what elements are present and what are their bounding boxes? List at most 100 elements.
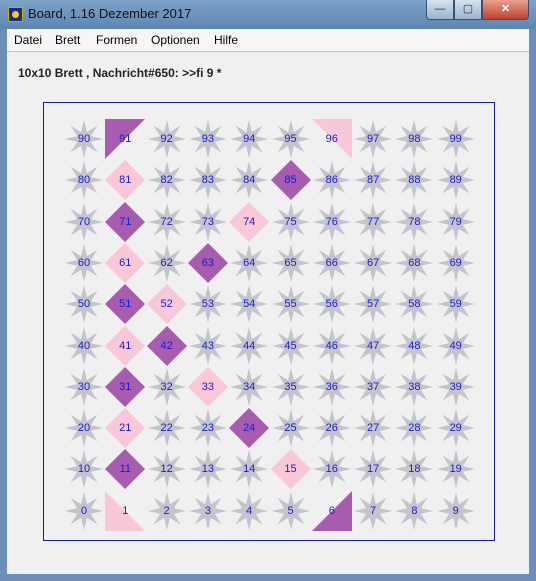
board-cell-39[interactable]: 39 — [436, 367, 476, 407]
board-cell-18[interactable]: 18 — [394, 449, 434, 489]
board-cell-32[interactable]: 32 — [147, 367, 187, 407]
board-cell-82[interactable]: 82 — [147, 160, 187, 200]
board-cell-51[interactable]: 51 — [105, 284, 146, 325]
board-cell-60[interactable]: 60 — [64, 243, 104, 283]
board-cell-14[interactable]: 14 — [229, 449, 269, 489]
board-cell-12[interactable]: 12 — [147, 449, 187, 489]
board-cell-76[interactable]: 76 — [312, 202, 352, 242]
board-cell-41[interactable]: 41 — [105, 325, 146, 366]
board-cell-44[interactable]: 44 — [229, 326, 269, 366]
board-cell-27[interactable]: 27 — [353, 408, 393, 448]
board-cell-31[interactable]: 31 — [105, 366, 146, 407]
board-cell-11[interactable]: 11 — [105, 449, 146, 490]
board-cell-43[interactable]: 43 — [188, 326, 228, 366]
board-cell-13[interactable]: 13 — [188, 449, 228, 489]
board-cell-75[interactable]: 75 — [271, 202, 311, 242]
board-cell-88[interactable]: 88 — [394, 160, 434, 200]
board-cell-37[interactable]: 37 — [353, 367, 393, 407]
board-cell-28[interactable]: 28 — [394, 408, 434, 448]
board-cell-54[interactable]: 54 — [229, 284, 269, 324]
board-cell-56[interactable]: 56 — [312, 284, 352, 324]
board-cell-55[interactable]: 55 — [271, 284, 311, 324]
board-cell-29[interactable]: 29 — [436, 408, 476, 448]
board-cell-36[interactable]: 36 — [312, 367, 352, 407]
board-app-icon[interactable] — [8, 7, 23, 22]
board-cell-20[interactable]: 20 — [64, 408, 104, 448]
board-cell-81[interactable]: 81 — [105, 160, 146, 201]
menu-optionen[interactable]: Optionen — [151, 33, 200, 47]
board-cell-40[interactable]: 40 — [64, 326, 104, 366]
board-cell-30[interactable]: 30 — [64, 367, 104, 407]
board-cell-23[interactable]: 23 — [188, 408, 228, 448]
board-cell-99[interactable]: 99 — [436, 119, 476, 159]
board-cell-70[interactable]: 70 — [64, 202, 104, 242]
board-cell-16[interactable]: 16 — [312, 449, 352, 489]
board-cell-94[interactable]: 94 — [229, 119, 269, 159]
board-cell-17[interactable]: 17 — [353, 449, 393, 489]
board-cell-47[interactable]: 47 — [353, 326, 393, 366]
board-cell-5[interactable]: 5 — [271, 491, 311, 531]
menu-formen[interactable]: Formen — [96, 33, 137, 47]
board-cell-48[interactable]: 48 — [394, 326, 434, 366]
board-cell-92[interactable]: 92 — [147, 119, 187, 159]
board-cell-87[interactable]: 87 — [353, 160, 393, 200]
board-cell-63[interactable]: 63 — [187, 242, 228, 283]
board-cell-80[interactable]: 80 — [64, 160, 104, 200]
board-cell-83[interactable]: 83 — [188, 160, 228, 200]
board-cell-0[interactable]: 0 — [64, 491, 104, 531]
game-board[interactable]: 0 1 2 3 4 5 6 7 8 9 10 11 12 13 14 15 16 17 18 19 20 21 22 23 24… — [43, 102, 495, 541]
board-cell-22[interactable]: 22 — [147, 408, 187, 448]
board-cell-78[interactable]: 78 — [394, 202, 434, 242]
board-cell-7[interactable]: 7 — [353, 491, 393, 531]
board-cell-84[interactable]: 84 — [229, 160, 269, 200]
board-cell-98[interactable]: 98 — [394, 119, 434, 159]
board-cell-77[interactable]: 77 — [353, 202, 393, 242]
board-cell-64[interactable]: 64 — [229, 243, 269, 283]
board-cell-21[interactable]: 21 — [105, 408, 146, 449]
board-cell-8[interactable]: 8 — [394, 491, 434, 531]
menu-datei[interactable]: Datei — [14, 33, 42, 47]
board-cell-35[interactable]: 35 — [271, 367, 311, 407]
board-cell-91[interactable]: 91 — [105, 119, 146, 159]
board-cell-85[interactable]: 85 — [270, 160, 311, 201]
board-cell-25[interactable]: 25 — [271, 408, 311, 448]
board-cell-97[interactable]: 97 — [353, 119, 393, 159]
board-cell-65[interactable]: 65 — [271, 243, 311, 283]
board-cell-89[interactable]: 89 — [436, 160, 476, 200]
board-cell-6[interactable]: 6 — [311, 490, 352, 531]
board-cell-4[interactable]: 4 — [229, 491, 269, 531]
board-cell-1[interactable]: 1 — [105, 490, 146, 531]
board-cell-90[interactable]: 90 — [64, 119, 104, 159]
board-cell-46[interactable]: 46 — [312, 326, 352, 366]
board-cell-42[interactable]: 42 — [146, 325, 187, 366]
board-cell-34[interactable]: 34 — [229, 367, 269, 407]
board-cell-15[interactable]: 15 — [270, 449, 311, 490]
board-cell-10[interactable]: 10 — [64, 449, 104, 489]
board-cell-57[interactable]: 57 — [353, 284, 393, 324]
board-cell-59[interactable]: 59 — [436, 284, 476, 324]
board-cell-95[interactable]: 95 — [271, 119, 311, 159]
board-cell-86[interactable]: 86 — [312, 160, 352, 200]
board-cell-67[interactable]: 67 — [353, 243, 393, 283]
board-cell-69[interactable]: 69 — [436, 243, 476, 283]
board-cell-49[interactable]: 49 — [436, 326, 476, 366]
board-cell-24[interactable]: 24 — [229, 408, 270, 449]
board-cell-26[interactable]: 26 — [312, 408, 352, 448]
minimize-button[interactable]: — — [426, 0, 454, 20]
board-cell-19[interactable]: 19 — [436, 449, 476, 489]
board-cell-96[interactable]: 96 — [311, 119, 352, 159]
board-cell-66[interactable]: 66 — [312, 243, 352, 283]
board-cell-33[interactable]: 33 — [187, 366, 228, 407]
board-cell-74[interactable]: 74 — [229, 201, 270, 242]
board-cell-58[interactable]: 58 — [394, 284, 434, 324]
board-cell-9[interactable]: 9 — [436, 491, 476, 531]
board-cell-71[interactable]: 71 — [105, 201, 146, 242]
board-cell-93[interactable]: 93 — [188, 119, 228, 159]
board-cell-53[interactable]: 53 — [188, 284, 228, 324]
board-cell-2[interactable]: 2 — [147, 491, 187, 531]
board-cell-68[interactable]: 68 — [394, 243, 434, 283]
board-cell-72[interactable]: 72 — [147, 202, 187, 242]
board-cell-62[interactable]: 62 — [147, 243, 187, 283]
title-bar[interactable]: Board, 1.16 Dezember 2017 — ▢ ✕ — [0, 0, 536, 29]
maximize-button[interactable]: ▢ — [454, 0, 482, 20]
